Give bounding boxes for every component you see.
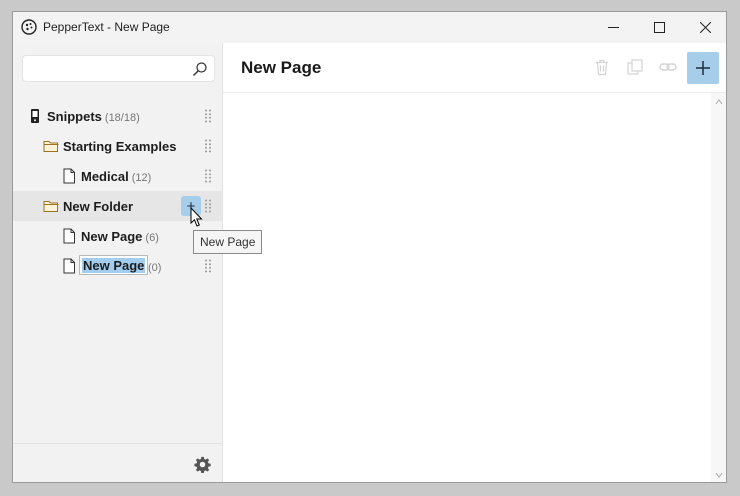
minimize-icon (607, 27, 619, 28)
copy-icon[interactable] (626, 58, 644, 76)
window-title: PepperText - New Page (43, 20, 170, 34)
folder-icon (43, 141, 59, 152)
scroll-up-icon[interactable] (715, 98, 723, 106)
tree-item-folder[interactable]: Starting Examples (13, 131, 222, 161)
tooltip: New Page (193, 230, 263, 254)
main-header: New Page (223, 43, 726, 93)
scroll-down-icon[interactable] (715, 471, 723, 479)
drag-handle-icon[interactable] (204, 109, 212, 123)
mouse-cursor-icon (190, 207, 203, 227)
app-window: PepperText - New Page Snippets (18/18) S… (12, 11, 727, 483)
search-input[interactable] (29, 60, 193, 79)
maximize-button[interactable] (636, 12, 682, 43)
maximize-icon (653, 22, 665, 33)
close-button[interactable] (682, 12, 726, 43)
tree-root-snippets[interactable]: Snippets (18/18) (13, 101, 222, 131)
rename-input[interactable]: New Page (79, 255, 149, 275)
tree-item-count: (12) (131, 172, 152, 184)
snippet-tree: Snippets (18/18) Starting Examples Medic… (13, 101, 222, 281)
tree-item-label: Starting Examples (63, 139, 177, 154)
close-icon (699, 22, 711, 33)
plus-icon (696, 61, 710, 75)
search-icon[interactable] (192, 61, 208, 77)
rename-input-selected-text: New Page (82, 257, 146, 273)
app-logo-icon (21, 19, 37, 35)
tree-root-label: Snippets (47, 109, 102, 124)
folder-icon (43, 201, 59, 212)
drag-handle-icon[interactable] (204, 259, 212, 273)
add-button[interactable] (687, 52, 719, 84)
tree-root-count: (18/18) (104, 112, 140, 124)
gear-icon[interactable] (194, 456, 211, 473)
drag-handle-icon[interactable] (204, 199, 212, 213)
main-panel: New Page (223, 43, 726, 482)
tree-item-label: New Folder (63, 199, 134, 214)
page-icon (63, 258, 75, 274)
tree-item-count: (0) (148, 262, 162, 274)
tree-item-label: New Page (81, 229, 143, 244)
tree-item-page[interactable]: Medical (12) (13, 161, 222, 191)
trash-icon[interactable] (593, 58, 611, 76)
drag-handle-icon[interactable] (204, 139, 212, 153)
link-icon[interactable] (659, 58, 677, 76)
drag-handle-icon[interactable] (204, 169, 212, 183)
search-box[interactable] (22, 55, 215, 82)
sidebar: Snippets (18/18) Starting Examples Medic… (13, 43, 223, 482)
vertical-scrollbar[interactable] (711, 93, 726, 482)
page-title: New Page (241, 58, 322, 77)
page-icon (63, 228, 75, 244)
tree-item-page-renaming[interactable]: New Page (0) (13, 251, 222, 281)
sidebar-footer (13, 443, 222, 482)
tree-item-count: (6) (145, 232, 159, 244)
phone-icon (31, 109, 39, 123)
page-icon (63, 168, 75, 184)
title-bar[interactable]: PepperText - New Page (13, 12, 726, 43)
tree-item-label: Medical (81, 169, 129, 184)
minimize-button[interactable] (590, 12, 636, 43)
